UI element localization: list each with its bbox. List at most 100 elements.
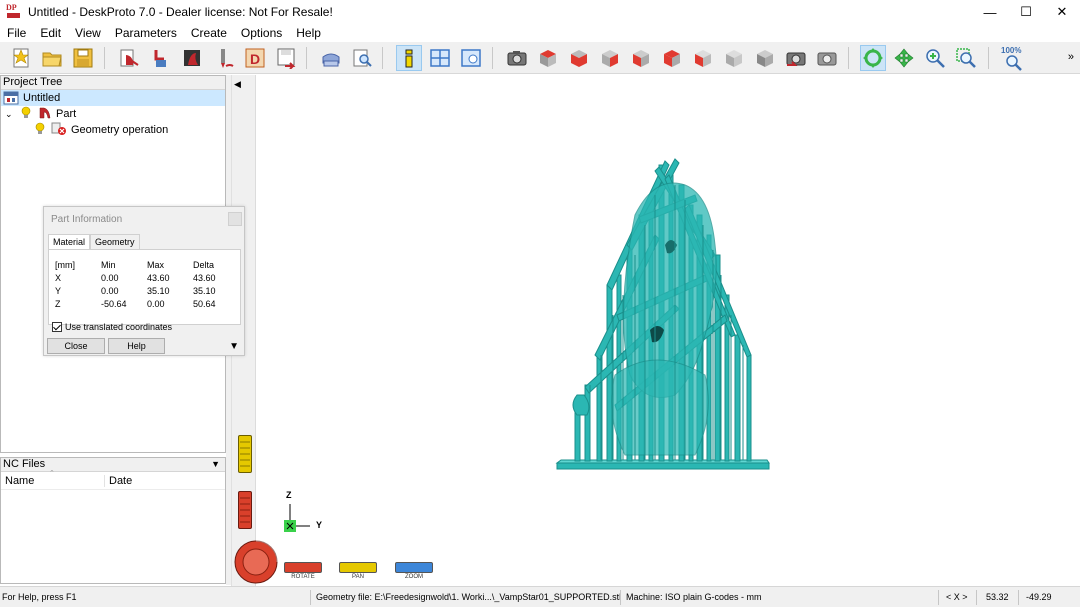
part-render-icon[interactable] (179, 45, 205, 71)
menu-edit[interactable]: Edit (33, 26, 68, 40)
translated-coordinates-option[interactable]: Use translated coordinates (52, 322, 172, 332)
translated-coordinates-checkbox[interactable] (52, 322, 62, 332)
window-layout-icon[interactable] (427, 45, 453, 71)
save-icon[interactable] (70, 45, 96, 71)
logo-text: DP (6, 3, 17, 12)
header-max: Max (147, 259, 165, 270)
min-value: 0.00 (101, 285, 119, 296)
sort-caret-icon: ⌃ (49, 470, 55, 477)
tab-geometry[interactable]: Geometry (90, 234, 140, 249)
tab-material[interactable]: Material (48, 234, 91, 249)
minimize-button[interactable]: — (972, 0, 1008, 24)
view-top-icon[interactable] (535, 45, 561, 71)
expand-down-icon[interactable]: ▼ (229, 341, 239, 352)
view-bottom-icon[interactable] (690, 45, 716, 71)
view-gray-icon[interactable] (752, 45, 778, 71)
maximize-button[interactable]: ☐ (1008, 0, 1044, 24)
close-dialog-button[interactable]: Close (47, 338, 105, 354)
tree-item-part[interactable]: ⌄ Part (1, 106, 225, 122)
part-tool-icon[interactable] (148, 45, 174, 71)
menu-create[interactable]: Create (184, 26, 234, 40)
zoom-wheel[interactable] (395, 562, 433, 573)
dropdown-arrow-icon[interactable]: ▼ (211, 458, 220, 471)
toolbar: D 100% » (0, 42, 1080, 74)
dimensions-panel: [mm] Min Max Delta X 0.00 43.60 43.60 Y … (48, 249, 241, 325)
view-right-icon[interactable] (597, 45, 623, 71)
view-left-icon[interactable] (628, 45, 654, 71)
zoom-window-icon[interactable] (953, 45, 979, 71)
grid-row-x: X 0.00 43.60 43.60 (55, 271, 239, 284)
grid-header-row: [mm] Min Max Delta (55, 258, 239, 271)
rotate-control[interactable]: ROTATE (284, 562, 322, 580)
menu-help[interactable]: Help (289, 26, 328, 40)
tree-item-geometry-operation[interactable]: Geometry operation (1, 122, 225, 138)
part-model[interactable] (555, 155, 775, 478)
camera-icon[interactable] (504, 45, 530, 71)
view-window-icon[interactable] (458, 45, 484, 71)
min-value: 0.00 (101, 272, 119, 283)
axis-name: Y (55, 285, 62, 296)
chevron-down-icon[interactable]: ⌄ (5, 109, 15, 120)
zoom-control[interactable]: ZOOM (395, 562, 433, 580)
rotate-wheel[interactable] (284, 562, 322, 573)
pan-icon[interactable] (891, 45, 917, 71)
new-project-icon[interactable] (8, 45, 34, 71)
view-iso-icon[interactable] (721, 45, 747, 71)
preview-icon[interactable] (349, 45, 375, 71)
lightbulb-icon[interactable] (35, 122, 45, 139)
toolbar-overflow[interactable]: » (1068, 51, 1074, 63)
rotate-wheel-vertical[interactable] (238, 491, 252, 529)
save-nc-icon[interactable] (273, 45, 299, 71)
3d-viewport[interactable]: ◀ Z Y ROTATE PAN ZOOM (231, 75, 1080, 586)
view-back-icon[interactable] (659, 45, 685, 71)
menu-parameters[interactable]: Parameters (108, 26, 184, 40)
menu-options[interactable]: Options (234, 26, 289, 40)
nc-files-panel: NC Files ▼ Name Date ⌃ (0, 457, 226, 584)
app-logo-icon[interactable]: DP (6, 3, 22, 20)
rotate-icon[interactable] (860, 45, 886, 71)
axis-name: Z (55, 298, 61, 309)
pan-wheel-vertical[interactable] (238, 435, 252, 473)
coordinate-toggle[interactable]: < X > (946, 592, 968, 602)
column-date[interactable]: Date (105, 475, 132, 487)
rotate-dial[interactable] (233, 539, 279, 585)
pan-control[interactable]: PAN (339, 562, 377, 580)
axis-name: X (55, 272, 62, 283)
view-front-icon[interactable] (566, 45, 592, 71)
menu-bar: File Edit View Parameters Create Options… (0, 24, 1080, 42)
close-button[interactable]: ✕ (1044, 0, 1080, 24)
nc-files-title: NC Files (3, 458, 46, 470)
min-value: -50.64 (101, 298, 127, 309)
menu-file[interactable]: File (0, 26, 33, 40)
add-part-icon[interactable] (116, 45, 142, 71)
axis-z-label: Z (286, 490, 292, 500)
status-bar: For Help, press F1 Geometry file: E:\Fre… (0, 586, 1080, 607)
help-button[interactable]: Help (108, 338, 165, 354)
tree-item-project[interactable]: Untitled (1, 90, 225, 106)
simulation-icon[interactable] (318, 45, 344, 71)
camera-restore-icon[interactable] (814, 45, 840, 71)
camera-save-icon[interactable] (783, 45, 809, 71)
delta-value: 50.64 (193, 298, 216, 309)
max-value: 43.60 (147, 272, 170, 283)
d-operation-icon[interactable]: D (242, 45, 268, 71)
dialog-close-icon[interactable] (228, 212, 242, 226)
dimensions-grid: [mm] Min Max Delta X 0.00 43.60 43.60 Y … (55, 258, 239, 310)
axis-y-label: Y (316, 520, 323, 530)
pan-wheel[interactable] (339, 562, 377, 573)
zoom-in-icon[interactable] (922, 45, 948, 71)
delta-value: 43.60 (193, 272, 216, 283)
open-folder-icon[interactable] (39, 45, 65, 71)
zoom-level-text: 100% (1001, 46, 1021, 55)
lightbulb-icon[interactable] (21, 106, 31, 123)
max-value: 0.00 (147, 298, 165, 309)
tree-item-label: Geometry operation (71, 124, 169, 136)
menu-view[interactable]: View (68, 26, 108, 40)
tool-icon[interactable] (211, 45, 237, 71)
part-information-icon[interactable] (396, 45, 422, 71)
collapse-left-icon[interactable]: ◀ (234, 79, 241, 90)
delta-value: 35.10 (193, 285, 216, 296)
dialog-title: Part Information (51, 214, 123, 225)
zoom-100-icon[interactable]: 100% (1000, 45, 1026, 71)
part-information-dialog[interactable]: Part Information Material Geometry [mm] … (43, 206, 245, 356)
